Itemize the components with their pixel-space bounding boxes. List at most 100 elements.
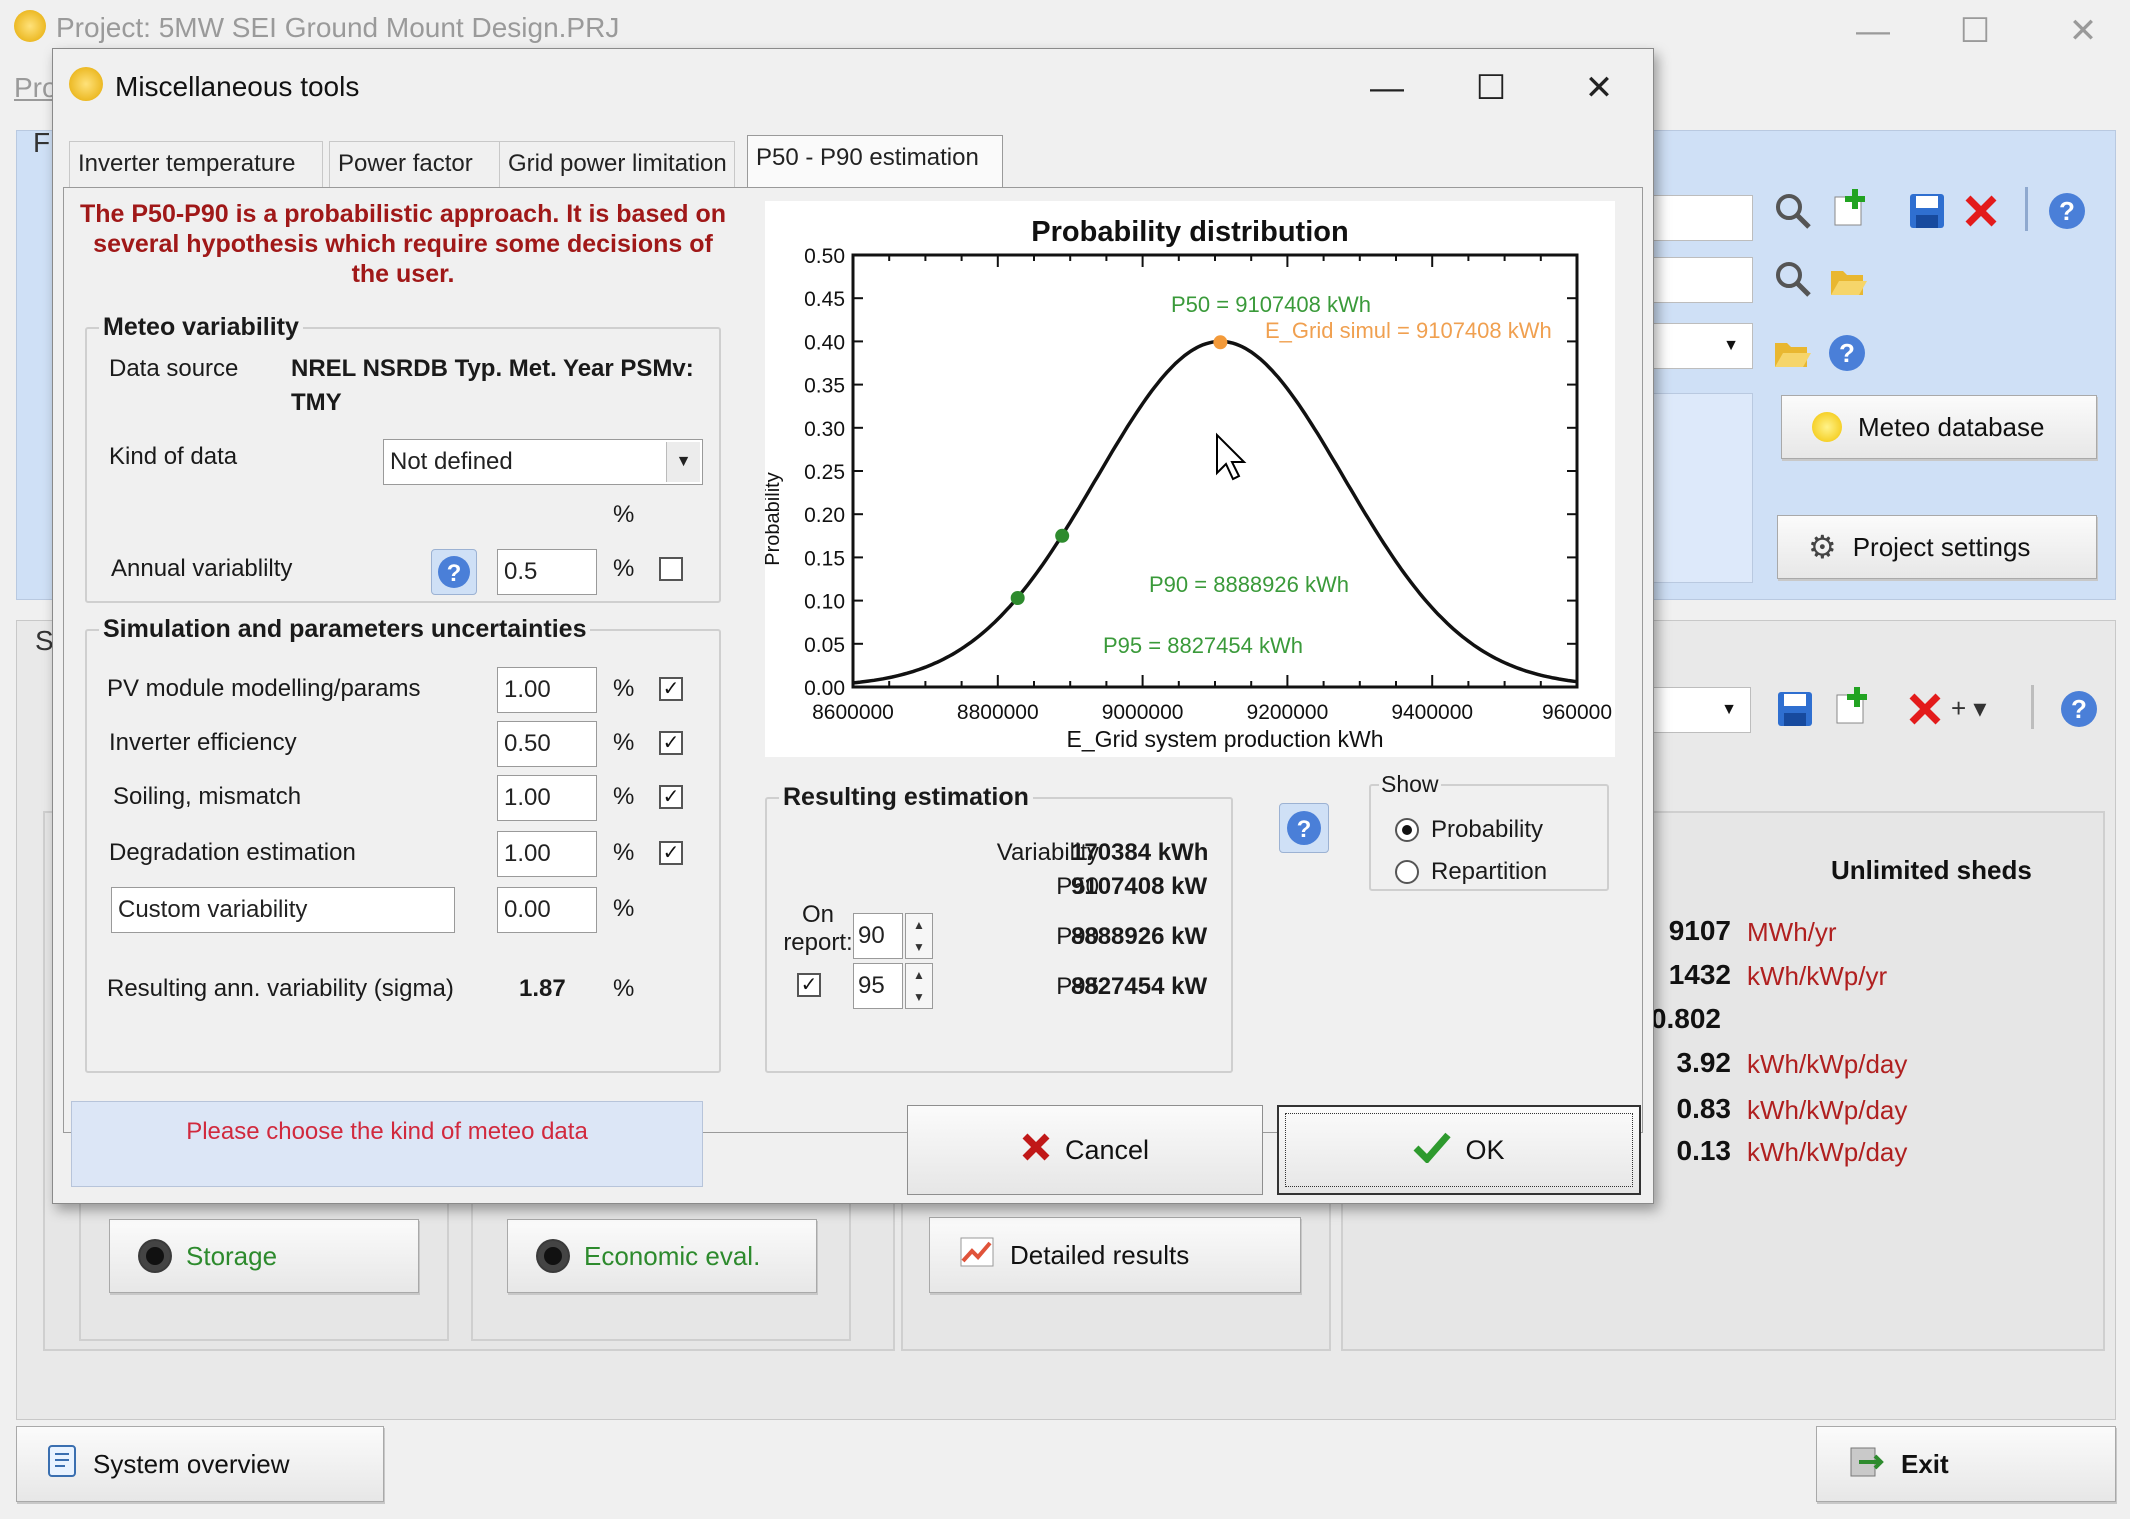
storage-button[interactable]: Storage	[109, 1219, 419, 1293]
main-minimize-button[interactable]: —	[1838, 6, 1908, 56]
search-icon[interactable]	[1773, 259, 1813, 299]
help-icon[interactable]: ?	[1827, 333, 1867, 373]
p90-spin-buttons[interactable]: ▲ ▼	[905, 913, 933, 959]
chevron-down-icon: ▼	[1723, 337, 1739, 354]
add-icon[interactable]	[1831, 187, 1871, 227]
help-icon[interactable]: ?	[2047, 191, 2087, 231]
mouse-cursor-icon	[1216, 432, 1247, 481]
kind-of-data-select[interactable]: Not defined ▼	[383, 439, 703, 485]
chevron-down-icon: ▼	[666, 442, 700, 482]
exit-button[interactable]: Exit	[1816, 1426, 2116, 1502]
storage-label: Storage	[186, 1240, 278, 1271]
project-group-label: F	[33, 127, 51, 158]
dialog-minimize-button[interactable]: —	[1347, 63, 1427, 113]
degradation-checkbox[interactable]: ✓	[659, 841, 683, 865]
result-help-button[interactable]: ?	[1279, 803, 1329, 853]
p95-report-checkbox[interactable]: ✓	[797, 973, 821, 997]
y-tick-label: 0.25	[804, 461, 845, 484]
repartition-radio[interactable]: Repartition	[1395, 855, 1605, 889]
toolbar-divider	[2031, 685, 2034, 729]
save-icon[interactable]	[1775, 689, 1815, 729]
p95-annotation: P95 = 8827454 kWh	[1103, 633, 1303, 658]
y-tick-label: 0.50	[804, 245, 845, 268]
detailed-results-label: Detailed results	[1010, 1239, 1190, 1270]
percent-label: %	[613, 675, 635, 702]
meteo-database-button[interactable]: Meteo database	[1781, 395, 2097, 459]
y-tick-label: 0.10	[804, 591, 845, 614]
svg-text:?: ?	[1839, 338, 1855, 368]
ok-button[interactable]: OK	[1277, 1105, 1641, 1195]
dialog-close-button[interactable]: ✕	[1559, 63, 1639, 113]
p95-report-spin-input[interactable]: 95	[853, 963, 903, 1009]
soiling-mismatch-checkbox[interactable]: ✓	[659, 785, 683, 809]
search-icon[interactable]	[1773, 191, 1813, 231]
e-grid-simul-annotation: E_Grid simul = 9107408 kWh	[1265, 318, 1552, 343]
tab-p50-p90-estimation[interactable]: P50 - P90 estimation	[747, 135, 1003, 189]
kind-of-data-label: Kind of data	[109, 443, 238, 470]
p95-spin-buttons[interactable]: ▲ ▼	[905, 963, 933, 1009]
main-close-button[interactable]: ✕	[2048, 6, 2118, 56]
focus-ring	[1285, 1113, 1633, 1187]
annual-variability-input[interactable]: 0.5	[497, 549, 597, 595]
pv-module-checkbox[interactable]: ✓	[659, 677, 683, 701]
inverter-efficiency-checkbox[interactable]: ✓	[659, 731, 683, 755]
cancel-label: Cancel	[1064, 1134, 1150, 1165]
help-icon: ?	[438, 556, 470, 588]
document-icon	[47, 1444, 77, 1485]
x-tick-label: 8600000	[812, 701, 894, 724]
chart-title: Probability distribution	[1031, 216, 1348, 248]
results-header: Unlimited sheds	[1831, 855, 2032, 885]
tab-inverter-temperature[interactable]: Inverter temperature	[69, 141, 323, 187]
degradation-input[interactable]: 1.00	[497, 831, 597, 877]
p90-report-spin-input[interactable]: 90	[853, 913, 903, 959]
save-icon[interactable]	[1907, 191, 1947, 231]
main-maximize-button[interactable]: ☐	[1940, 6, 2010, 56]
project-settings-button[interactable]: ⚙ Project settings	[1777, 515, 2097, 579]
cancel-button[interactable]: Cancel	[907, 1105, 1263, 1195]
delete-icon[interactable]	[1963, 193, 1999, 229]
probability-radio[interactable]: Probability	[1395, 813, 1605, 847]
degradation-label: Degradation estimation	[109, 839, 356, 866]
y-tick-label: 0.35	[804, 375, 845, 398]
svg-text:?: ?	[2059, 196, 2075, 226]
dialog-maximize-button[interactable]: ☐	[1451, 63, 1531, 113]
economic-eval-button[interactable]: Economic eval.	[507, 1219, 817, 1293]
chart-x-axis-label: E_Grid system production kWh	[1066, 726, 1383, 752]
add-icon[interactable]	[1833, 685, 1873, 725]
toolbar-divider	[2025, 187, 2028, 231]
system-overview-button[interactable]: System overview	[16, 1426, 384, 1502]
custom-variability-name-input[interactable]: Custom variability	[111, 887, 455, 933]
show-legend: Show	[1381, 771, 1439, 797]
tab-grid-power-limitation[interactable]: Grid power limitation	[499, 141, 735, 187]
soiling-mismatch-input[interactable]: 1.00	[497, 775, 597, 821]
percent-label: %	[613, 975, 635, 1002]
pv-module-input[interactable]: 1.00	[497, 667, 597, 713]
add-dropdown-icon[interactable]: + ▾	[1951, 693, 1986, 724]
system-group-label: S	[35, 625, 54, 656]
variability-value: 170384 kWh	[1071, 839, 1209, 866]
chart-point	[1213, 335, 1228, 350]
app-logo-icon	[69, 67, 103, 101]
data-source-label: Data source	[109, 355, 239, 382]
status-message: Please choose the kind of meteo data	[71, 1101, 703, 1187]
chevron-down-icon: ▼	[1721, 701, 1737, 718]
result-unit: kWh/kWp/yr	[1747, 961, 1888, 991]
folder-open-icon[interactable]	[1773, 335, 1813, 371]
delete-icon[interactable]	[1907, 691, 1943, 727]
chart-icon	[960, 1237, 994, 1274]
probability-label: Probability	[1431, 816, 1544, 843]
svg-text:?: ?	[447, 560, 462, 587]
pv-module-label: PV module modelling/params	[107, 675, 421, 702]
gear-icon: ⚙	[1808, 529, 1837, 565]
y-tick-label: 0.00	[804, 677, 845, 700]
close-icon	[1021, 1132, 1051, 1169]
inverter-efficiency-input[interactable]: 0.50	[497, 721, 597, 767]
annual-variability-checkbox[interactable]	[659, 557, 683, 581]
folder-open-icon[interactable]	[1829, 263, 1869, 299]
radio-selected-icon	[1395, 818, 1419, 842]
custom-variability-input[interactable]: 0.00	[497, 887, 597, 933]
detailed-results-button[interactable]: Detailed results	[929, 1217, 1301, 1293]
status-dot-icon	[538, 1241, 568, 1271]
annual-help-button[interactable]: ?	[431, 549, 477, 595]
help-icon[interactable]: ?	[2059, 689, 2099, 729]
